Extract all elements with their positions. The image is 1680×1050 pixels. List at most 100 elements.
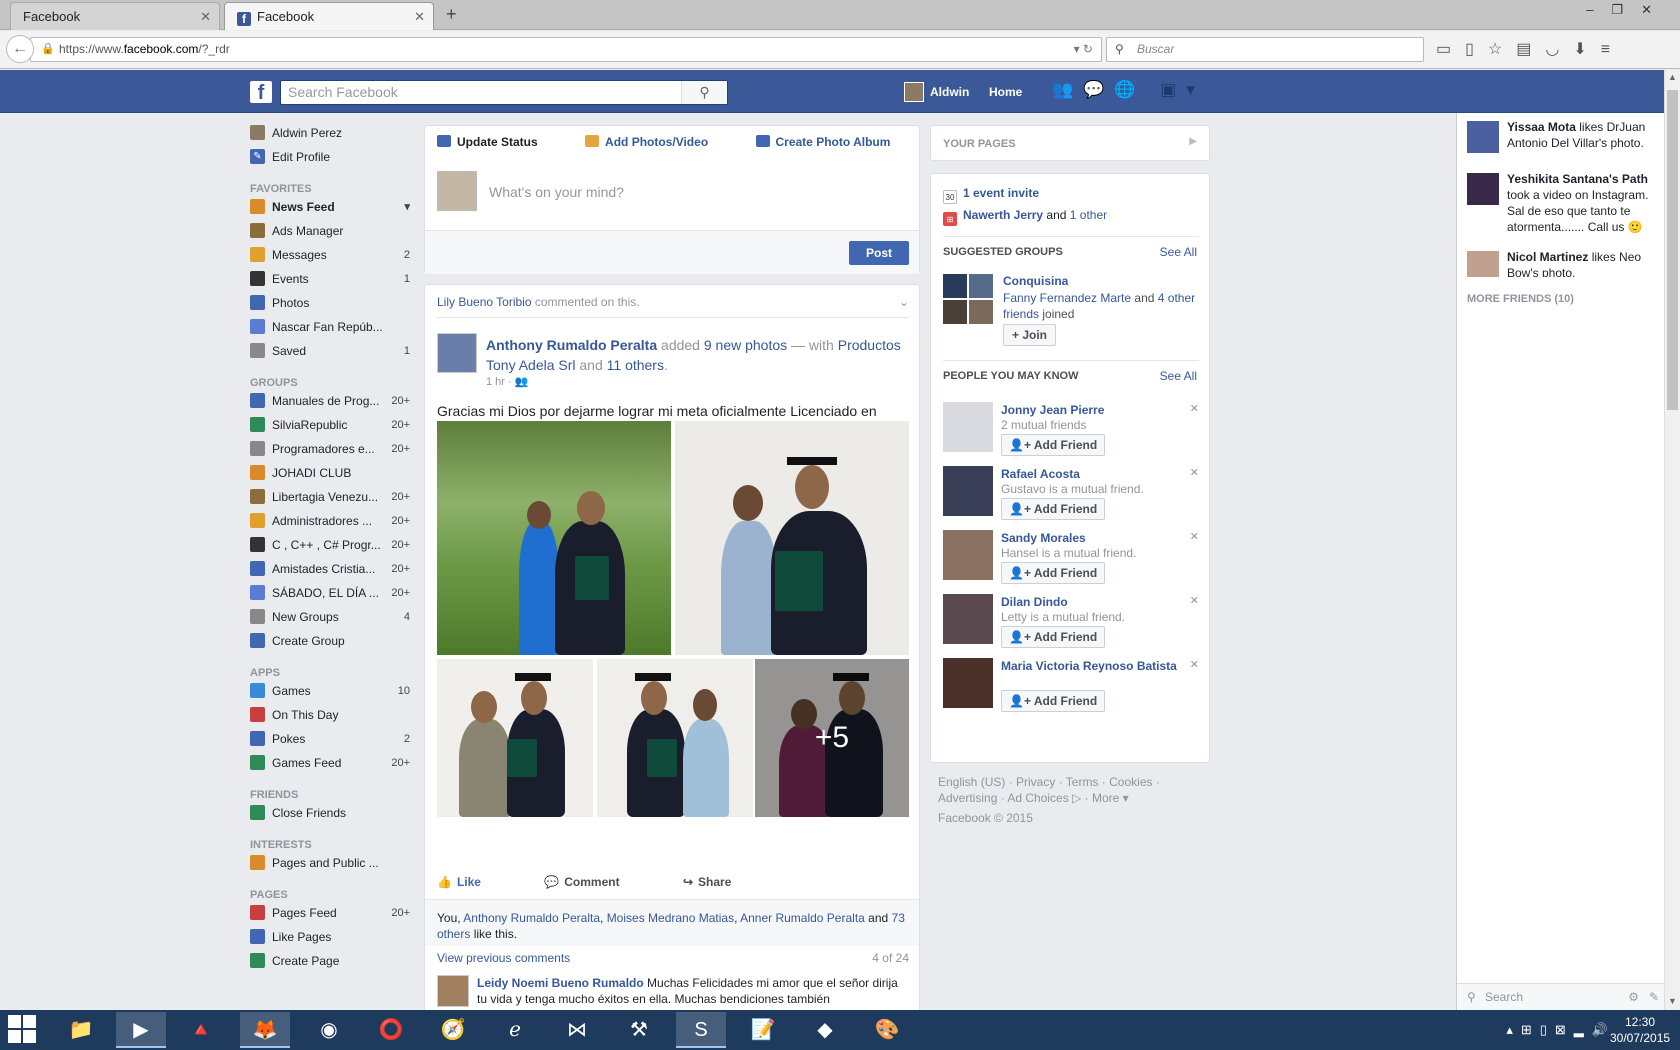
chat-search-input[interactable]: ⚲ Search ⚙ ✎ — [1457, 983, 1669, 1010]
notification-icons[interactable]: 👥💬🌐 ▣▾ — [1052, 80, 1205, 100]
event-invite-link[interactable]: 1 event invite — [963, 186, 1039, 200]
see-all-groups-link[interactable]: See All — [1160, 245, 1197, 259]
sidebar-item-favorites[interactable]: Events 1 — [250, 270, 410, 294]
story-photo[interactable] — [437, 659, 593, 817]
sidebar-item-profile[interactable]: Aldwin Perez — [250, 124, 410, 148]
compose-icon[interactable]: ✎ — [1649, 984, 1659, 1010]
close-tab-icon[interactable]: ✕ — [414, 3, 425, 31]
ticker-item[interactable]: Yeshikita Santana's Path took a video on… — [1467, 171, 1663, 241]
scroll-down-icon[interactable]: ▼ — [1668, 996, 1677, 1006]
facebook-search-input[interactable]: Search Facebook ⚲ — [280, 80, 728, 105]
sidebar-item-groups[interactable]: Create Group — [250, 632, 410, 656]
photos-link[interactable]: 9 new photos — [704, 337, 787, 353]
birthday-row[interactable]: ⊞ Nawerth Jerry and 1 other — [943, 208, 1107, 226]
close-icon[interactable]: ✕ — [1190, 402, 1199, 415]
liker-link[interactable]: Moises Medrano Matias — [607, 911, 734, 925]
pymk-name-link[interactable]: Maria Victoria Reynoso Batista — [1001, 658, 1181, 674]
vlc-icon[interactable]: 🔺 — [176, 1012, 226, 1048]
sidebar-item-groups[interactable]: Administradores ... 20+ — [250, 512, 410, 536]
new-tab-button[interactable]: + — [446, 4, 457, 25]
sidebar-item-groups[interactable]: Manuales de Prog... 20+ — [250, 392, 410, 416]
browser-tab-2[interactable]: f Facebook ✕ — [224, 2, 434, 30]
event-invite-row[interactable]: 30 1 event invite — [943, 186, 1039, 204]
media-player-icon[interactable]: ▶ — [116, 1012, 166, 1048]
comment-button[interactable]: 💬 Comment — [544, 875, 649, 889]
add-friend-button[interactable]: 👤+ Add Friend — [1001, 498, 1106, 520]
sidebar-item-apps[interactable]: On This Day — [250, 706, 410, 730]
sidebar-item-friends[interactable]: Close Friends — [250, 804, 410, 828]
sidebar-item-favorites[interactable]: News Feed ▾ — [250, 198, 410, 222]
avatar[interactable] — [437, 333, 477, 373]
see-all-pymk-link[interactable]: See All — [1160, 369, 1197, 383]
close-icon[interactable]: ✕ — [1190, 466, 1199, 479]
chevron-down-icon[interactable]: ▾ — [404, 198, 410, 216]
add-friend-button[interactable]: 👤+ Add Friend — [1001, 690, 1106, 712]
browser-tab-1[interactable]: Facebook ✕ — [10, 2, 220, 30]
close-icon[interactable]: ✕ — [1190, 658, 1199, 671]
tools-icon[interactable]: ⚒ — [614, 1012, 664, 1048]
windows-start-icon[interactable] — [8, 1015, 38, 1045]
sidebar-item-pages[interactable]: Create Page — [250, 952, 410, 976]
facebook-logo-icon[interactable]: f — [250, 81, 272, 104]
sidebar-item-pages[interactable]: Pages Feed 20+ — [250, 904, 410, 928]
taskbar-clock[interactable]: 12:30 30/07/2015 — [1610, 1014, 1670, 1046]
birthday-name-link[interactable]: Nawerth Jerry — [963, 208, 1043, 222]
firefox-icon[interactable]: 🦊 — [240, 1012, 290, 1048]
browser-toolbar-icons[interactable]: ▭▯☆▤◡⬇≡ — [1436, 39, 1624, 59]
scroll-up-icon[interactable]: ▲ — [1668, 72, 1677, 82]
chevron-down-icon[interactable]: ⌄ — [899, 295, 909, 309]
share-button[interactable]: ↪ Share — [683, 875, 761, 889]
sidebar-item-groups[interactable]: Programadores e... 20+ — [250, 440, 410, 464]
file-explorer-icon[interactable]: 📁 — [56, 1012, 106, 1048]
status-input[interactable]: What's on your mind? — [489, 184, 624, 200]
chrome-icon[interactable]: ◉ — [304, 1012, 354, 1048]
avatar[interactable] — [943, 594, 993, 644]
sidebar-item-groups[interactable]: JOHADI CLUB — [250, 464, 410, 488]
sidebar-item-apps[interactable]: Pokes 2 — [250, 730, 410, 754]
liker-link[interactable]: Anner Rumaldo Peralta — [740, 911, 865, 925]
sidebar-item-groups[interactable]: C , C++ , C# Progr... 20+ — [250, 536, 410, 560]
avatar[interactable] — [943, 530, 993, 580]
page-scrollbar[interactable]: ▲ ▼ — [1664, 70, 1680, 1010]
your-pages-header[interactable]: YOUR PAGES ▶ — [930, 125, 1210, 161]
pymk-name-link[interactable]: Dilan Dindo — [1001, 594, 1181, 610]
sidebar-item-apps[interactable]: Games Feed 20+ — [250, 754, 410, 778]
search-button[interactable]: ⚲ — [681, 81, 727, 104]
post-button[interactable]: Post — [849, 241, 909, 265]
pymk-name-link[interactable]: Jonny Jean Pierre — [1001, 402, 1181, 418]
sublime-text-icon[interactable]: S — [676, 1012, 726, 1048]
pymk-name-link[interactable]: Sandy Morales — [1001, 530, 1181, 546]
visual-studio-icon[interactable]: ⋈ — [552, 1012, 602, 1048]
tab-create-album[interactable]: Create Photo Album — [755, 135, 913, 149]
home-link[interactable]: Home — [989, 81, 1022, 103]
reload-icon[interactable]: ▾ ↻ — [1074, 38, 1093, 61]
sidebar-item-favorites[interactable]: Photos — [250, 294, 410, 318]
story-photo[interactable] — [437, 421, 671, 655]
sidebar-item-groups[interactable]: SilviaRepublic 20+ — [250, 416, 410, 440]
story-photo-more[interactable]: +5 — [755, 659, 909, 817]
commenter-link[interactable]: Leidy Noemi Bueno Rumaldo — [477, 976, 644, 990]
system-tray-icons[interactable]: ▴⊞▯⊠▂🔊 — [1506, 1010, 1616, 1050]
tab-add-photos[interactable]: Add Photos/Video — [585, 135, 730, 149]
birthday-other-link[interactable]: 1 other — [1070, 208, 1107, 222]
sidebar-item-groups[interactable]: Amistades Cristia... 20+ — [250, 560, 410, 584]
sidebar-item-apps[interactable]: Games 10 — [250, 682, 410, 706]
liker-link[interactable]: Anthony Rumaldo Peralta — [463, 911, 600, 925]
sidebar-item-favorites[interactable]: Nascar Fan Repúb... — [250, 318, 410, 342]
close-tab-icon[interactable]: ✕ — [200, 3, 211, 31]
notepad-icon[interactable]: 📝 — [738, 1012, 788, 1048]
footer-links[interactable]: Advertising · Ad Choices ▷ · More ▾ — [938, 790, 1218, 806]
join-group-button[interactable]: + Join — [1003, 324, 1057, 346]
sidebar-item-groups[interactable]: SÁBADO, EL DÍA ... 20+ — [250, 584, 410, 608]
add-friend-button[interactable]: 👤+ Add Friend — [1001, 626, 1106, 648]
ticker-item[interactable]: Nicol Martinez likes Neo Bow's photo. — [1467, 249, 1663, 277]
sidebar-item-interests[interactable]: Pages and Public ... — [250, 854, 410, 878]
avatar[interactable] — [943, 658, 993, 708]
group-joined-name-link[interactable]: Fanny Fernandez Marte — [1003, 291, 1131, 305]
group-name-link[interactable]: Conquisina — [1003, 274, 1068, 288]
story-timestamp[interactable]: 1 hr · 👥 — [486, 375, 528, 388]
opera-icon[interactable]: ⭕ — [366, 1012, 416, 1048]
ticker-item[interactable]: Yissaa Mota likes DrJuan Antonio Del Vil… — [1467, 119, 1663, 159]
back-button[interactable]: ← — [6, 35, 34, 63]
sidebar-item-favorites[interactable]: Saved 1 — [250, 342, 410, 366]
